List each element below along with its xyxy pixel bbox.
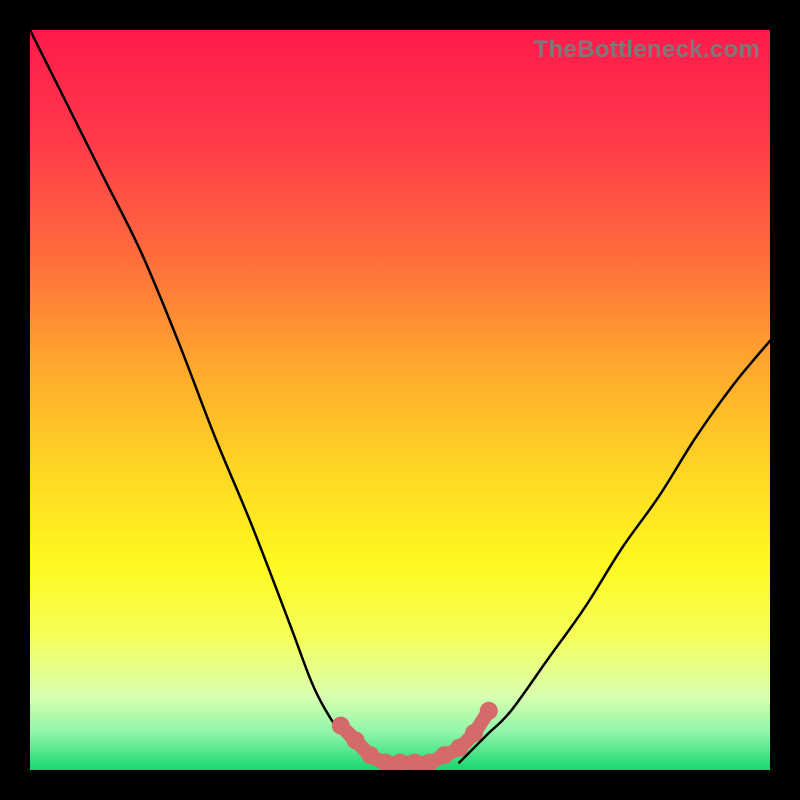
plot-area: TheBottleneck.com [30, 30, 770, 770]
curve-group [30, 30, 770, 763]
dot-group [332, 702, 498, 770]
valley-dot [450, 739, 468, 757]
chart-overlay [30, 30, 770, 770]
curve-right [459, 341, 770, 763]
valley-dot [347, 731, 365, 749]
chart-frame: TheBottleneck.com [0, 0, 800, 800]
valley-dot [480, 702, 498, 720]
valley-dot [465, 724, 483, 742]
curve-left [30, 30, 385, 763]
valley-dot [332, 717, 350, 735]
